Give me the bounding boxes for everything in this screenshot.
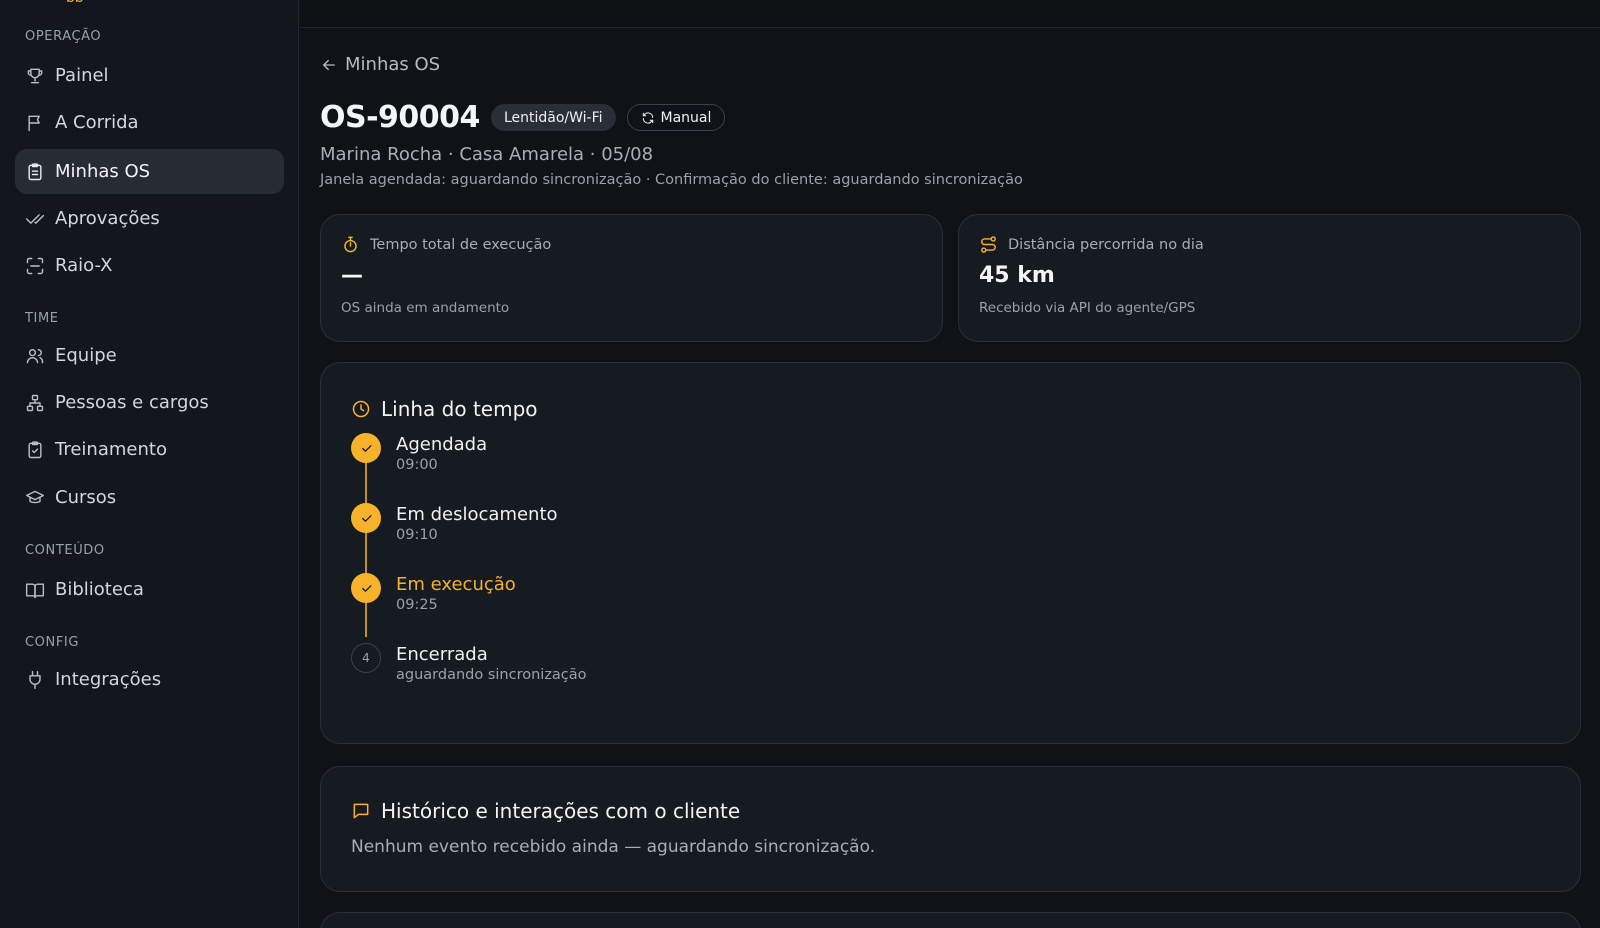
step-label: Agendada	[396, 434, 488, 455]
step-complete-check-icon	[351, 573, 381, 603]
step-time: 09:10	[396, 527, 438, 543]
step-time: 09:25	[396, 597, 438, 613]
sidebar-item-label: Equipe	[55, 345, 117, 366]
sidebar-item-label: Integrações	[55, 669, 162, 690]
sidebar-item-label: Biblioteca	[55, 579, 144, 600]
sidebar-item-label: Pessoas e cargos	[55, 392, 209, 413]
refresh-icon	[642, 111, 653, 124]
os-subtitle: Marina Rocha · Casa Amarela · 05/08	[320, 144, 654, 165]
execution-time-card: Tempo total de execução — OS ainda em an…	[320, 214, 943, 342]
sidebar-item-corrida[interactable]: A Corrida	[15, 100, 284, 145]
execution-time-label: Tempo total de execução	[370, 236, 552, 253]
execution-time-note: OS ainda em andamento	[341, 300, 510, 316]
sync-mode-badge[interactable]: Manual	[626, 104, 726, 131]
back-link-label: Minhas OS	[345, 54, 441, 75]
sidebar-item-aprovacoes[interactable]: Aprovações	[15, 196, 284, 241]
history-card: Histórico e interações com o cliente Nen…	[320, 766, 1581, 892]
step-label: Em deslocamento	[396, 504, 558, 525]
back-link[interactable]: Minhas OS	[320, 54, 440, 75]
step-label-current: Em execução	[396, 574, 516, 595]
stopwatch-icon	[344, 236, 357, 253]
route-icon	[981, 236, 996, 253]
clipboard-icon	[25, 162, 45, 182]
sidebar-item-minhas-os[interactable]: Minhas OS	[15, 149, 284, 194]
sidebar-item-pessoas-cargos[interactable]: Pessoas e cargos	[15, 380, 284, 425]
sidebar-item-integracoes[interactable]: Integrações	[15, 657, 284, 702]
brand-logo[interactable]: pp	[66, 0, 106, 2]
sidebar-item-label: Treinamento	[55, 439, 167, 460]
history-empty-message: Nenhum evento recebido ainda — aguardand…	[351, 837, 876, 857]
execution-time-value: —	[341, 263, 363, 288]
section-label-time: TIME	[25, 311, 59, 326]
graduation-cap-icon	[25, 488, 45, 508]
history-title: Histórico e interações com o cliente	[351, 799, 740, 823]
timeline-step-em-deslocamento: Em deslocamento 09:10	[351, 503, 558, 543]
timeline-step-em-execucao: Em execução 09:25	[351, 573, 516, 613]
timeline-step-agendada: Agendada 09:00	[351, 433, 487, 473]
clock-icon	[352, 400, 370, 418]
execution-time-header: Tempo total de execução	[341, 235, 551, 254]
category-badge-label: Lentidão/Wi-Fi	[503, 109, 603, 126]
top-bar	[300, 0, 1600, 28]
title-row: OS-90004 Lentidão/Wi-Fi Manual	[320, 100, 736, 135]
sidebar-item-label: Cursos	[55, 487, 117, 508]
sync-mode-label: Manual	[660, 109, 712, 126]
section-label-conteudo: CONTEÚDO	[25, 543, 105, 558]
sidebar-item-label: Aprovações	[55, 208, 160, 229]
sidebar-item-painel[interactable]: Painel	[15, 53, 284, 98]
sidebar-item-equipe[interactable]: Equipe	[15, 333, 284, 378]
history-title-label: Histórico e interações com o cliente	[381, 799, 741, 823]
plug-icon	[25, 670, 45, 690]
step-number: 4	[351, 643, 381, 673]
section-label-operacao: OPERAÇÃO	[25, 29, 102, 44]
sidebar-item-raio-x[interactable]: Raio-X	[15, 243, 284, 288]
flag-icon	[25, 113, 45, 133]
sidebar-item-biblioteca[interactable]: Biblioteca	[15, 567, 284, 612]
arrow-left-icon	[323, 59, 335, 70]
check-double-icon	[25, 209, 45, 229]
distance-label: Distância percorrida no dia	[1008, 236, 1204, 253]
org-chart-icon	[25, 393, 45, 413]
distance-card: Distância percorrida no dia 45 km Recebi…	[958, 214, 1581, 342]
step-label: Encerrada	[396, 644, 488, 665]
timeline-card: Linha do tempo Agendada 09:00 Em desloca…	[320, 362, 1581, 744]
users-icon	[25, 346, 45, 366]
sidebar-item-cursos[interactable]: Cursos	[15, 475, 284, 520]
trophy-icon	[25, 66, 45, 86]
step-complete-check-icon	[351, 433, 381, 463]
sidebar-item-label: Raio-X	[55, 255, 113, 276]
sidebar: pp OPERAÇÃO Painel A Corrida Minhas OS A…	[0, 0, 299, 928]
main-content: Minhas OS OS-90004 Lentidão/Wi-Fi Manual…	[300, 28, 1600, 928]
timeline-step-encerrada: 4 Encerrada aguardando sincronização	[351, 643, 587, 683]
category-badge: Lentidão/Wi-Fi	[490, 104, 616, 131]
step-time: aguardando sincronização	[396, 667, 587, 683]
section-label-config: CONFIG	[25, 635, 80, 650]
timeline-title-label: Linha do tempo	[381, 397, 538, 421]
step-time: 09:00	[396, 457, 438, 473]
sidebar-item-label: Painel	[55, 65, 109, 86]
chat-icon	[353, 803, 369, 819]
sidebar-item-label: Minhas OS	[55, 161, 151, 182]
sidebar-item-label: A Corrida	[55, 112, 139, 133]
next-card	[320, 912, 1581, 928]
clipboard-check-icon	[25, 440, 45, 460]
os-meta: Janela agendada: aguardando sincronizaçã…	[320, 172, 1023, 188]
sidebar-item-treinamento[interactable]: Treinamento	[15, 427, 284, 472]
timeline-title: Linha do tempo	[351, 397, 538, 421]
distance-note: Recebido via API do agente/GPS	[979, 300, 1196, 316]
step-complete-check-icon	[351, 503, 381, 533]
distance-header: Distância percorrida no dia	[979, 235, 1204, 254]
page-title: OS-90004	[320, 100, 480, 135]
book-open-icon	[25, 580, 45, 600]
scan-icon	[25, 256, 45, 276]
distance-value: 45 km	[979, 263, 1055, 288]
